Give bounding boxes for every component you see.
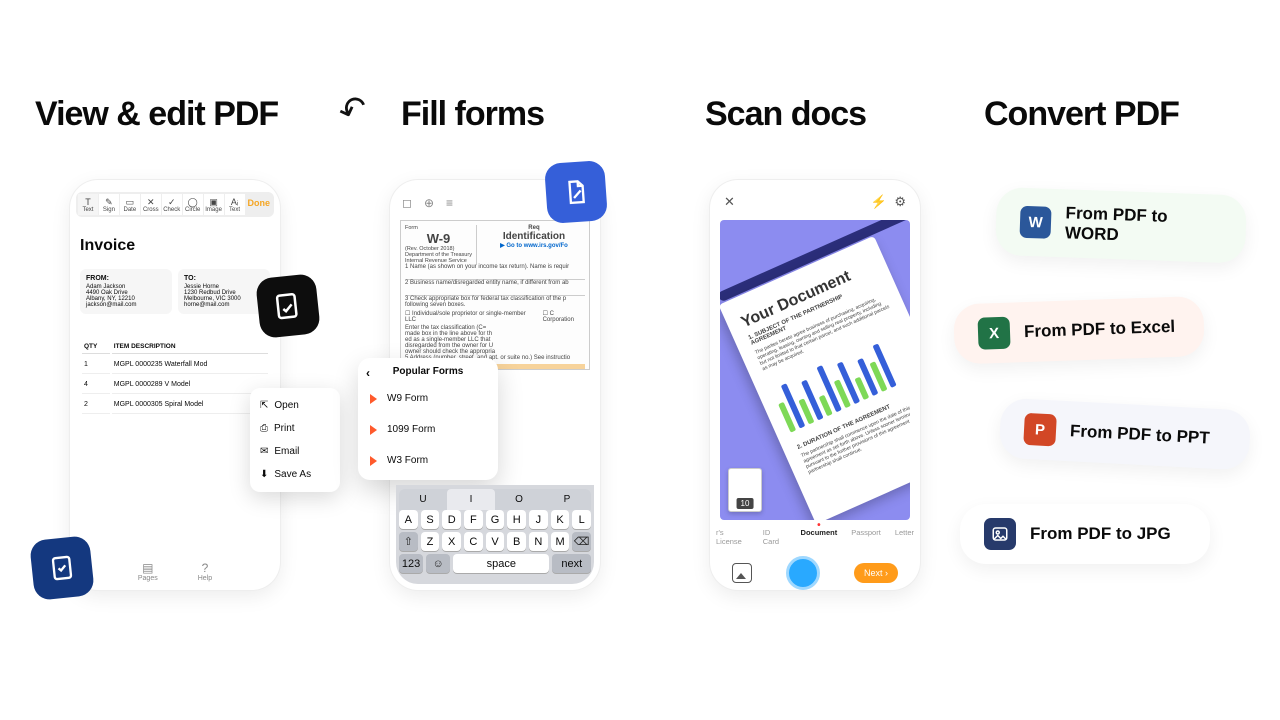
emoji-key[interactable]: ☺ <box>426 554 450 573</box>
pill-label: From PDF to PPT <box>1069 421 1210 448</box>
actions-popover: ⇱Open ⎙Print ✉Email ⬇Save As <box>250 388 340 492</box>
scan-thumbnail[interactable]: 10 <box>728 468 762 512</box>
table-row: 1MGPL 0000235 Waterfall Mod <box>82 356 268 374</box>
invoice-table: QTYITEM DESCRIPTION 1MGPL 0000235 Waterf… <box>80 338 270 416</box>
form-item-w9[interactable]: W9 Form <box>358 383 498 414</box>
next-key[interactable]: next <box>552 554 591 573</box>
print-icon: ⎙ <box>260 423 268 434</box>
tool-circle[interactable]: ◯Circle <box>183 194 203 215</box>
back-chevron-icon[interactable]: ‹ <box>366 366 370 380</box>
w9-document[interactable]: Form W-9 (Rev. October 2018) Department … <box>400 220 590 370</box>
shutter-button[interactable] <box>786 556 820 590</box>
list-icon[interactable]: ≡ <box>446 196 453 210</box>
phone-forms: ◻ ⊕ ≡ ▬ Form W-9 (Rev. October 2018) Dep… <box>390 180 600 590</box>
headline-scan: Scan docs <box>705 95 955 134</box>
tool-date[interactable]: ▭Date <box>120 194 140 215</box>
popular-forms-popover: ‹ Popular Forms W9 Form 1099 Form W3 Form <box>358 358 498 480</box>
tab-license[interactable]: r's License <box>716 528 749 546</box>
phone-invoice: TText ✎Sign ▭Date ✕Cross ✓Check ◯Circle … <box>70 180 280 590</box>
done-button[interactable]: Done <box>246 194 273 215</box>
from-box: FROM: Adam Jackson 4490 Oak Drive Albany… <box>80 269 172 314</box>
tab-document[interactable]: Document <box>801 528 838 546</box>
form-item-w3[interactable]: W3 Form <box>358 445 498 476</box>
form-chip-icon <box>544 160 608 224</box>
pages-icon: ▤ <box>138 561 158 575</box>
image-icon <box>984 518 1016 550</box>
tool-text[interactable]: TText <box>78 194 98 215</box>
pill-ppt[interactable]: P From PDF to PPT <box>999 398 1252 471</box>
headline-fill-forms: Fill forms <box>401 95 635 134</box>
tool-image[interactable]: ▣Image <box>204 194 224 215</box>
footer-help[interactable]: ?Help <box>198 561 212 582</box>
space-key[interactable]: space <box>453 554 549 573</box>
mail-icon: ✉ <box>260 446 268 457</box>
pill-label: From PDF to WORD <box>1065 203 1223 248</box>
pill-label: From PDF to Excel <box>1024 317 1176 342</box>
popular-forms-title: Popular Forms <box>393 366 464 377</box>
back-icon[interactable]: ◻ <box>402 196 412 210</box>
edit-chip-icon <box>255 273 321 339</box>
download-icon: ⬇ <box>260 469 268 480</box>
pill-label: From PDF to JPG <box>1030 524 1171 544</box>
phone-scanner: ✕ ⚡ ⚙ Your Document 1. SUBJECT OF THE PA… <box>710 180 920 590</box>
scan-type-tabs: r's License ID Card Document Passport Le… <box>716 528 914 546</box>
backspace-key[interactable]: ⌫ <box>572 532 591 551</box>
pdf-icon <box>370 394 377 404</box>
tool-sign[interactable]: ✎Sign <box>99 194 119 215</box>
open-icon: ⇱ <box>260 400 268 411</box>
pdf-icon <box>370 425 377 435</box>
tool-cross[interactable]: ✕Cross <box>141 194 161 215</box>
footer-pages[interactable]: ▤Pages <box>138 561 158 582</box>
tool-check[interactable]: ✓Check <box>162 194 182 215</box>
pdf-icon <box>370 456 377 466</box>
flash-icon[interactable]: ⚡ <box>871 194 887 209</box>
settings-icon[interactable]: ⚙ <box>894 194 906 209</box>
menu-email[interactable]: ✉Email <box>250 440 340 463</box>
tool-text2[interactable]: AᵢText <box>225 194 245 215</box>
ppt-icon: P <box>1023 413 1057 447</box>
pill-jpg[interactable]: From PDF to JPG <box>960 504 1210 564</box>
headline-convert: Convert PDF <box>984 95 1260 134</box>
curly-arrow-icon: ↶ <box>334 89 372 131</box>
menu-print[interactable]: ⎙Print <box>250 417 340 440</box>
excel-icon: X <box>978 317 1011 350</box>
menu-open[interactable]: ⇱Open <box>250 394 340 417</box>
invoice-title: Invoice <box>80 237 270 255</box>
shift-key[interactable]: ⇧ <box>399 532 418 551</box>
help-icon: ? <box>198 561 212 575</box>
edit-toolbar: TText ✎Sign ▭Date ✕Cross ✓Check ◯Circle … <box>76 192 274 217</box>
gallery-icon[interactable] <box>732 563 752 583</box>
table-row: 4MGPL 0000289 V Model <box>82 376 268 394</box>
add-icon[interactable]: ⊕ <box>424 196 434 210</box>
tab-idcard[interactable]: ID Card <box>763 528 787 546</box>
word-icon: W <box>1019 206 1051 239</box>
tab-letter[interactable]: Letter <box>895 528 914 546</box>
form-item-1099[interactable]: 1099 Form <box>358 414 498 445</box>
camera-viewport: Your Document 1. SUBJECT OF THE PARTNERS… <box>720 220 910 520</box>
pill-word[interactable]: W From PDF to WORD <box>995 187 1247 264</box>
table-row: 2MGPL 0000305 Spiral Model <box>82 396 268 414</box>
check-chip-icon <box>29 535 95 601</box>
numbers-key[interactable]: 123 <box>399 554 423 573</box>
scan-next-button[interactable]: Next › <box>854 563 898 583</box>
headline-view-edit: View & edit PDF <box>35 95 315 134</box>
menu-saveas[interactable]: ⬇Save As <box>250 463 340 486</box>
pill-excel[interactable]: X From PDF to Excel <box>953 296 1205 365</box>
close-icon[interactable]: ✕ <box>724 194 735 210</box>
tab-passport[interactable]: Passport <box>851 528 881 546</box>
keyboard[interactable]: UIOP ASDFGHJKL ⇧ ZXCVBNM ⌫ 123 ☺ space n… <box>396 485 594 584</box>
